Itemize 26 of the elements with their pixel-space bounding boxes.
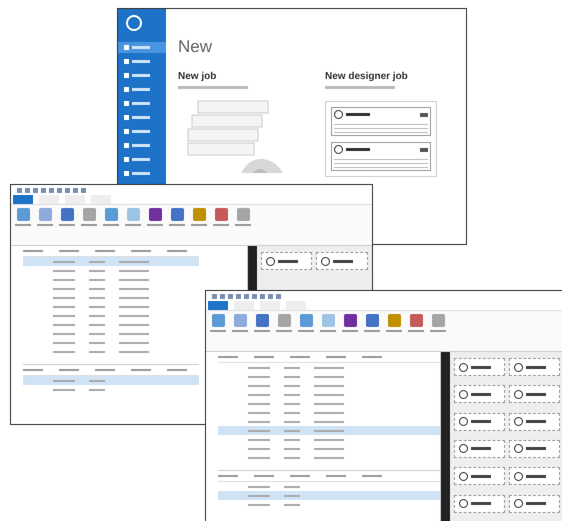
table-row[interactable] — [23, 376, 199, 385]
table-row[interactable] — [218, 491, 440, 500]
label-tile[interactable] — [454, 494, 505, 513]
label-tile[interactable] — [508, 385, 560, 404]
page-heading: New — [178, 37, 214, 57]
card-title[interactable]: New job — [178, 71, 307, 82]
label-preview[interactable] — [325, 101, 437, 177]
blurred-caption — [178, 86, 248, 89]
label-tile[interactable] — [454, 358, 505, 376]
table-row[interactable] — [218, 426, 440, 435]
label-tile[interactable] — [508, 494, 560, 513]
label-tile[interactable] — [508, 412, 560, 431]
label-tile[interactable] — [316, 252, 368, 270]
label-tile[interactable] — [454, 440, 505, 458]
label-tile[interactable] — [454, 467, 505, 486]
label-tile[interactable] — [260, 252, 312, 270]
card-title[interactable]: New designer job — [325, 71, 454, 82]
sidebar-item[interactable] — [118, 42, 166, 53]
label-tile[interactable] — [454, 385, 505, 404]
label-tile[interactable] — [508, 467, 560, 486]
back-icon[interactable] — [126, 15, 142, 31]
blurred-caption — [325, 86, 395, 89]
table-row[interactable] — [23, 257, 199, 266]
label-tile[interactable] — [454, 412, 505, 431]
label-tile[interactable] — [508, 440, 560, 458]
label-tile[interactable] — [508, 358, 560, 376]
